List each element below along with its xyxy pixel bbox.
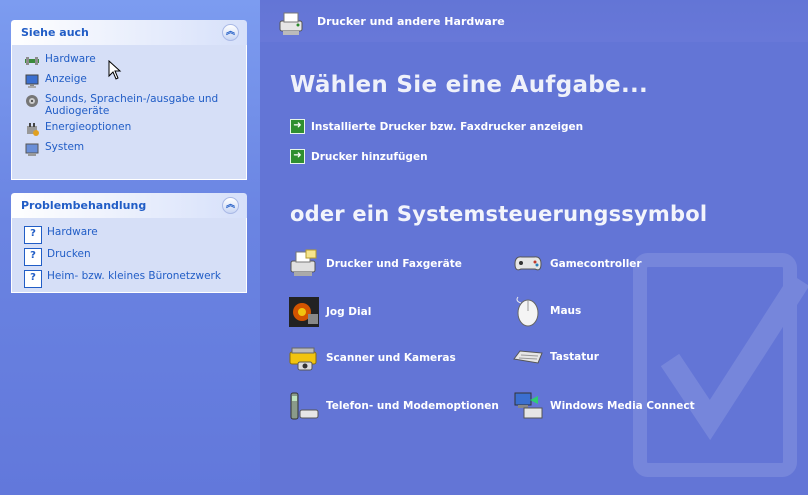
- arrow-right-icon: ➜: [290, 119, 305, 134]
- see-also-item-hardware[interactable]: Hardware: [24, 53, 246, 69]
- task-label: Installierte Drucker bzw. Faxdrucker anz…: [311, 120, 584, 133]
- system-icon: [25, 143, 39, 156]
- main-content: Drucker und andere Hardware Wählen Sie e…: [260, 0, 808, 495]
- see-also-item-label: Hardware: [45, 53, 96, 65]
- troubleshoot-item-network[interactable]: ? Heim- bzw. kleines Büronetzwerk: [24, 270, 246, 288]
- symbol-label: Gamecontroller: [550, 258, 642, 270]
- troubleshooting-body: ? Hardware ? Drucken ? Heim- bzw. kleine…: [11, 218, 247, 293]
- collapse-chevron-icon[interactable]: ︽: [222, 24, 239, 41]
- mouse-pointer-icon: [108, 60, 122, 80]
- see-also-item-sounds[interactable]: Sounds, Sprachein-/ausgabe und Audiogerä…: [24, 93, 246, 117]
- symbol-label: Windows Media Connect: [550, 400, 695, 412]
- symbol-label: Telefon- und Modemoptionen: [326, 400, 499, 412]
- troubleshoot-item-hardware[interactable]: ? Hardware: [24, 226, 246, 244]
- task-label: Drucker hinzufügen: [311, 150, 428, 163]
- symbol-media-connect[interactable]: Windows Media Connect: [512, 390, 695, 422]
- see-also-title: Siehe auch: [21, 26, 89, 39]
- mouse-icon: [516, 296, 539, 327]
- keyboard-icon: [513, 350, 543, 364]
- see-also-item-label: System: [45, 141, 85, 153]
- see-also-item-display[interactable]: Anzeige: [24, 73, 246, 89]
- media-connect-icon: [514, 392, 543, 419]
- see-also-item-system[interactable]: System: [24, 141, 246, 157]
- symbol-label: Drucker und Faxgeräte: [326, 258, 462, 270]
- troubleshooting-header[interactable]: Problembehandlung ︽: [11, 193, 247, 218]
- symbol-phone-modem[interactable]: Telefon- und Modemoptionen: [288, 390, 499, 422]
- power-options-icon: [27, 123, 39, 136]
- symbol-scanners-cameras[interactable]: Scanner und Kameras: [288, 342, 456, 374]
- see-also-item-label: Anzeige: [45, 73, 87, 85]
- phone-modem-icon: [290, 392, 319, 420]
- scanner-camera-icon: [289, 347, 317, 371]
- task-view-printers[interactable]: ➜ Installierte Drucker bzw. Faxdrucker a…: [290, 119, 583, 134]
- task-heading: Wählen Sie eine Aufgabe...: [290, 72, 649, 98]
- arrow-right-icon: ➜: [290, 149, 305, 164]
- category-header: Drucker und andere Hardware: [260, 0, 808, 42]
- printer-hardware-icon: [279, 12, 303, 35]
- see-also-item-power[interactable]: Energieoptionen: [24, 121, 246, 137]
- symbol-label: Maus: [550, 305, 582, 317]
- hardware-icon: [25, 57, 39, 65]
- troubleshooting-title: Problembehandlung: [21, 199, 147, 212]
- troubleshooting-panel: Problembehandlung ︽ ? Hardware ? Drucken…: [11, 193, 247, 293]
- task-pane: Siehe auch ︽ Hardware Anzeige Sounds, Sp…: [0, 0, 260, 495]
- symbol-gamecontroller[interactable]: Gamecontroller: [512, 250, 642, 278]
- symbol-printers-faxes[interactable]: Drucker und Faxgeräte: [288, 248, 462, 280]
- see-also-header[interactable]: Siehe auch ︽: [11, 20, 247, 45]
- jog-dial-icon: [289, 297, 319, 327]
- symbol-label: Scanner und Kameras: [326, 352, 456, 364]
- symbol-label: Jog Dial: [326, 306, 372, 318]
- symbol-mouse[interactable]: Maus: [512, 294, 581, 328]
- see-also-body: Hardware Anzeige Sounds, Sprachein-/ausg…: [11, 45, 247, 180]
- help-icon: ?: [24, 226, 42, 244]
- display-icon: [25, 74, 39, 88]
- sounds-icon: [26, 95, 38, 107]
- symbol-keyboard[interactable]: Tastatur: [512, 345, 599, 369]
- see-also-panel: Siehe auch ︽ Hardware Anzeige Sounds, Sp…: [11, 20, 247, 180]
- troubleshoot-item-label: Drucken: [47, 248, 91, 260]
- symbol-jog-dial[interactable]: Jog Dial: [288, 296, 371, 328]
- symbol-label: Tastatur: [550, 351, 599, 363]
- gamecontroller-icon: [514, 256, 542, 271]
- troubleshoot-item-printing[interactable]: ? Drucken: [24, 248, 246, 266]
- help-icon: ?: [24, 270, 42, 288]
- collapse-chevron-icon[interactable]: ︽: [222, 197, 239, 214]
- see-also-item-label: Sounds, Sprachein-/ausgabe und Audiogerä…: [45, 93, 219, 117]
- symbol-heading: oder ein Systemsteuerungssymbol: [290, 202, 708, 226]
- troubleshoot-item-label: Heim- bzw. kleines Büronetzwerk: [47, 270, 221, 282]
- help-icon: ?: [24, 248, 42, 266]
- checkmark-watermark-icon: [633, 253, 808, 477]
- troubleshoot-item-label: Hardware: [47, 226, 98, 238]
- see-also-item-label: Energieoptionen: [45, 121, 132, 133]
- task-add-printer[interactable]: ➜ Drucker hinzufügen: [290, 149, 428, 164]
- category-title: Drucker und andere Hardware: [317, 15, 505, 28]
- printer-fax-icon: [290, 249, 317, 276]
